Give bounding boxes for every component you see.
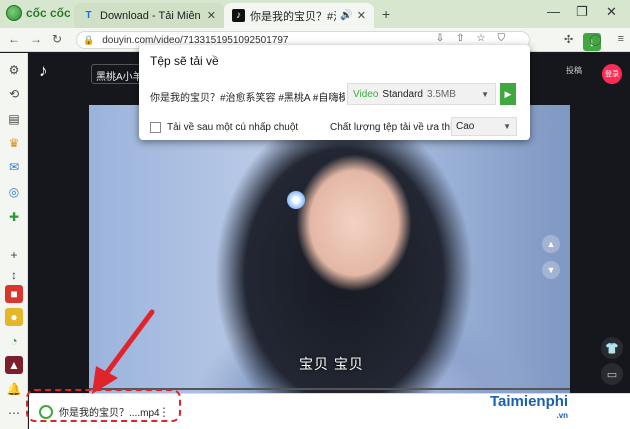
url-text: douyin.com/video/7133151951092501797 — [102, 34, 289, 46]
monitor-icon[interactable]: ▭ — [601, 363, 623, 385]
watermark-logo: Taimienphi .vn — [490, 393, 569, 420]
minimize-icon[interactable]: — — [547, 4, 560, 19]
one-click-label: Tải về sau một cú nhấp chuột — [167, 122, 299, 133]
reload-icon[interactable]: ↻ — [52, 32, 62, 46]
notes-icon[interactable]: ▤ — [5, 110, 23, 128]
speaker-icon[interactable]: 🔊 — [340, 10, 352, 21]
app-icon[interactable]: ■ — [5, 285, 23, 303]
video-subtitle: 宝贝 宝贝 — [299, 356, 364, 372]
chat-icon[interactable]: ◎ — [5, 183, 23, 201]
toolbar-right: ✣ ◯ ≡ — [564, 33, 624, 46]
settings-icon[interactable]: ⚙ — [5, 61, 23, 79]
quality-size: 3.5MB — [427, 88, 456, 100]
shirt-icon[interactable]: 👕 — [601, 337, 623, 359]
watermark-suffix: .vn — [556, 411, 569, 420]
preference-label: Chất lượng tệp tải về ưa thích — [330, 122, 464, 133]
tab-favicon: T — [85, 10, 92, 21]
quality-label: Standard — [382, 88, 423, 100]
star-icon[interactable]: ☆ — [477, 33, 486, 44]
profile-icon[interactable]: ◯ — [589, 33, 601, 46]
watermark-text: Taimienphi — [490, 393, 569, 410]
chevron-down-icon: ▼ — [481, 89, 489, 99]
close-icon[interactable]: ✕ — [207, 9, 216, 22]
red-arrow-annotation — [92, 309, 155, 394]
tab-title: Download - Tải Miễn Phí VN — [100, 9, 203, 22]
app-icon[interactable]: ◔ — [5, 332, 23, 350]
forward-icon[interactable]: → — [30, 32, 42, 46]
extensions-icon[interactable]: ✣ — [564, 33, 573, 46]
shield-icon[interactable]: ⛉ — [498, 33, 506, 44]
brand-name: cốc cốc — [26, 6, 71, 20]
preference-select[interactable]: Cao ▼ — [451, 117, 517, 136]
crown-icon[interactable]: ♛ — [5, 134, 23, 152]
tt-right-label[interactable]: 投稿 — [566, 65, 582, 76]
one-click-checkbox[interactable] — [150, 122, 161, 133]
close-window-icon[interactable]: ✕ — [606, 4, 617, 20]
preference-value: Cao — [456, 121, 475, 132]
bell-icon[interactable]: 🔔 — [5, 380, 23, 398]
arrows-icon[interactable]: ↕ — [5, 266, 23, 284]
back-icon[interactable]: ← — [8, 32, 20, 46]
sidebar: ⚙ ⟲ ▤ ♛ ✉ ◎ ✚ + ↕ ■ ● ◔ ▲ 🔔 ⋯ — [0, 53, 28, 429]
douyin-logo[interactable]: ♪ — [39, 61, 48, 81]
menu-icon[interactable]: ≡ — [618, 33, 624, 46]
new-tab-icon[interactable]: + — [382, 6, 390, 22]
messenger-icon[interactable]: ✉ — [5, 158, 23, 176]
install-icon[interactable]: ⇩ — [436, 33, 444, 44]
chevron-down-icon[interactable]: ▼ — [542, 261, 560, 279]
tab-favicon: ♪ — [232, 9, 245, 22]
video-frame-detail — [287, 191, 305, 209]
close-icon[interactable]: ✕ — [357, 9, 366, 22]
popup-file-name: 你是我的宝贝？#治愈系笑容 #黑桃A #自嗨模... — [150, 93, 345, 104]
more-icon[interactable]: ⋯ — [5, 404, 23, 422]
start-download-button[interactable]: ▶ — [500, 83, 516, 105]
app-icon[interactable]: ● — [5, 308, 23, 326]
history-icon[interactable]: ⟲ — [5, 85, 23, 103]
chevron-down-icon: ▼ — [503, 122, 511, 131]
quality-tag: Video — [353, 88, 379, 100]
popup-title: Tệp sẽ tải về — [150, 54, 219, 68]
tab-douyin[interactable]: ♪ 你是我的宝贝？#治愈系 🔊 ✕ — [224, 3, 374, 28]
maximize-icon[interactable]: ❐ — [576, 4, 588, 20]
chevron-up-icon[interactable]: ▲ — [542, 235, 560, 253]
omnibox-icons: ⇩ ⇧ ☆ ⛉ — [436, 33, 505, 44]
download-popup: Tệp sẽ tải về 你是我的宝贝？#治愈系笑容 #黑桃A #自嗨模...… — [139, 45, 530, 140]
coccoc-icon — [6, 5, 22, 21]
share-icon[interactable]: ⇧ — [456, 33, 464, 44]
lock-icon: 🔒 — [83, 34, 95, 45]
add-icon[interactable]: + — [5, 246, 23, 264]
quality-select[interactable]: Video Standard 3.5MB ▼ — [347, 83, 496, 105]
app-icon[interactable]: ▲ — [5, 356, 23, 374]
login-button[interactable]: 登录 — [602, 64, 622, 84]
video-player[interactable]: 宝贝 宝贝 ▲ ▼ — [89, 105, 570, 393]
tab-title: 你是我的宝贝？#治愈系 — [250, 10, 336, 23]
coccoc-logo[interactable]: cốc cốc — [6, 5, 71, 21]
tab-strip: cốc cốc T Download - Tải Miễn Phí VN ✕ ♪… — [0, 0, 630, 28]
tab-download[interactable]: T Download - Tải Miễn Phí VN ✕ — [74, 3, 224, 28]
game-icon[interactable]: ✚ — [5, 208, 23, 226]
